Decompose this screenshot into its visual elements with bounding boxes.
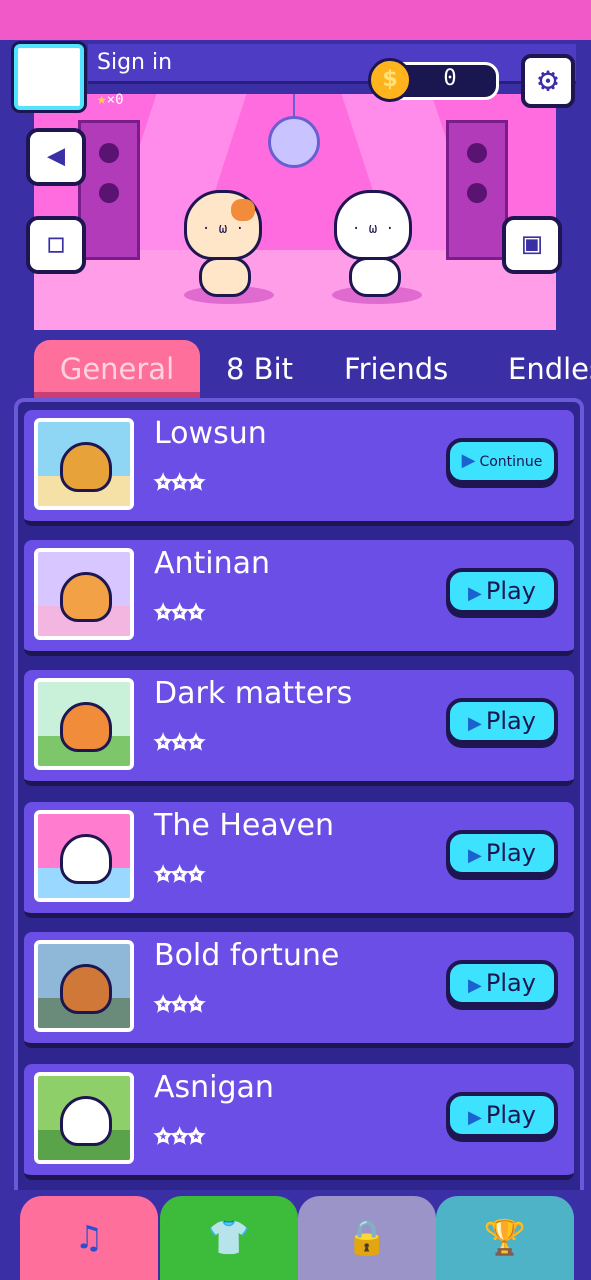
star-rating: ✩✩✩ — [155, 465, 206, 495]
song-row[interactable]: The Heaven ✩✩✩ ▶ Play — [24, 802, 574, 918]
star-rating: ✩✩✩ — [155, 595, 206, 625]
play-button[interactable]: ▶ Play — [446, 568, 558, 614]
gift-icon[interactable]: ▣ — [502, 216, 562, 274]
stage-floor — [34, 250, 556, 330]
star-rating: ✩✩✩ — [155, 725, 206, 755]
song-row[interactable]: Asnigan ✩✩✩ ▶ Play — [24, 1064, 574, 1180]
play-button[interactable]: ▶ Play — [446, 698, 558, 744]
calendar-icon[interactable]: ◻ — [26, 216, 86, 274]
tab-8bit[interactable]: 8 Bit — [226, 340, 293, 398]
disco-ball-icon — [268, 116, 320, 168]
song-title: Dark matters — [154, 676, 353, 711]
avatar[interactable] — [14, 44, 84, 110]
song-thumbnail — [34, 810, 134, 902]
back-arrow-icon[interactable]: ◀ — [26, 128, 86, 186]
play-triangle-icon: ▶ — [468, 845, 482, 866]
song-row[interactable]: Lowsun ✩✩✩ ▶ Continue — [24, 410, 574, 526]
disco-string — [293, 94, 295, 118]
play-triangle-icon: ▶ — [468, 1107, 482, 1128]
play-button[interactable]: ▶ Play — [446, 960, 558, 1006]
song-title: Antinan — [154, 546, 271, 581]
tab-friends[interactable]: Friends — [344, 340, 448, 398]
song-row[interactable]: Bold fortune ✩✩✩ ▶ Play — [24, 932, 574, 1048]
song-thumbnail — [34, 418, 134, 510]
tab-endless[interactable]: Endles — [508, 340, 591, 398]
play-button[interactable]: ▶ Play — [446, 1092, 558, 1138]
song-thumbnail — [34, 678, 134, 770]
song-thumbnail — [34, 1072, 134, 1164]
song-row[interactable]: Antinan ✩✩✩ ▶ Play — [24, 540, 574, 656]
stage-scene: · ω · · ω · — [34, 94, 556, 330]
play-triangle-icon: ▶ — [468, 713, 482, 734]
play-triangle-icon: ▶ — [461, 450, 476, 471]
white-cat-character: · ω · — [334, 190, 412, 297]
nav-locked-padlock-icon[interactable]: 🔒 — [298, 1196, 436, 1280]
play-button[interactable]: ▶ Play — [446, 830, 558, 876]
song-title: Lowsun — [154, 416, 267, 451]
song-title: Asnigan — [154, 1070, 274, 1105]
continue-button[interactable]: ▶ Continue — [446, 438, 558, 484]
orange-cat-character: · ω · — [184, 190, 262, 297]
star-count-value: ×0 — [106, 92, 124, 108]
coin-balance: 0 — [443, 66, 457, 91]
star-rating: ✩✩✩ — [155, 857, 206, 887]
song-title: Bold fortune — [154, 938, 340, 973]
nav-trophies-trophy-icon[interactable]: 🏆 — [436, 1196, 574, 1280]
star-rating: ✩✩✩ — [155, 1119, 206, 1149]
song-row[interactable]: Dark matters ✩✩✩ ▶ Play — [24, 670, 574, 786]
song-thumbnail — [34, 548, 134, 640]
tab-general[interactable]: General — [34, 340, 200, 398]
nav-costumes-shirt-icon[interactable]: 👕 — [160, 1196, 298, 1280]
play-triangle-icon: ▶ — [468, 583, 482, 604]
song-title: The Heaven — [154, 808, 334, 843]
settings-gear-icon[interactable]: ⚙ — [521, 54, 575, 108]
top-banner — [0, 0, 591, 40]
star-rating: ✩✩✩ — [155, 987, 206, 1017]
nav-songs-music-icon[interactable]: ♫ — [20, 1196, 158, 1280]
speaker-left — [78, 120, 140, 260]
coin-icon: $ — [368, 58, 412, 102]
signin-link[interactable]: Sign in — [97, 50, 172, 75]
speaker-right — [446, 120, 508, 260]
play-triangle-icon: ▶ — [468, 975, 482, 996]
song-thumbnail — [34, 940, 134, 1032]
star-icon: ★ — [97, 89, 107, 108]
star-count: ★×0 — [97, 89, 124, 108]
